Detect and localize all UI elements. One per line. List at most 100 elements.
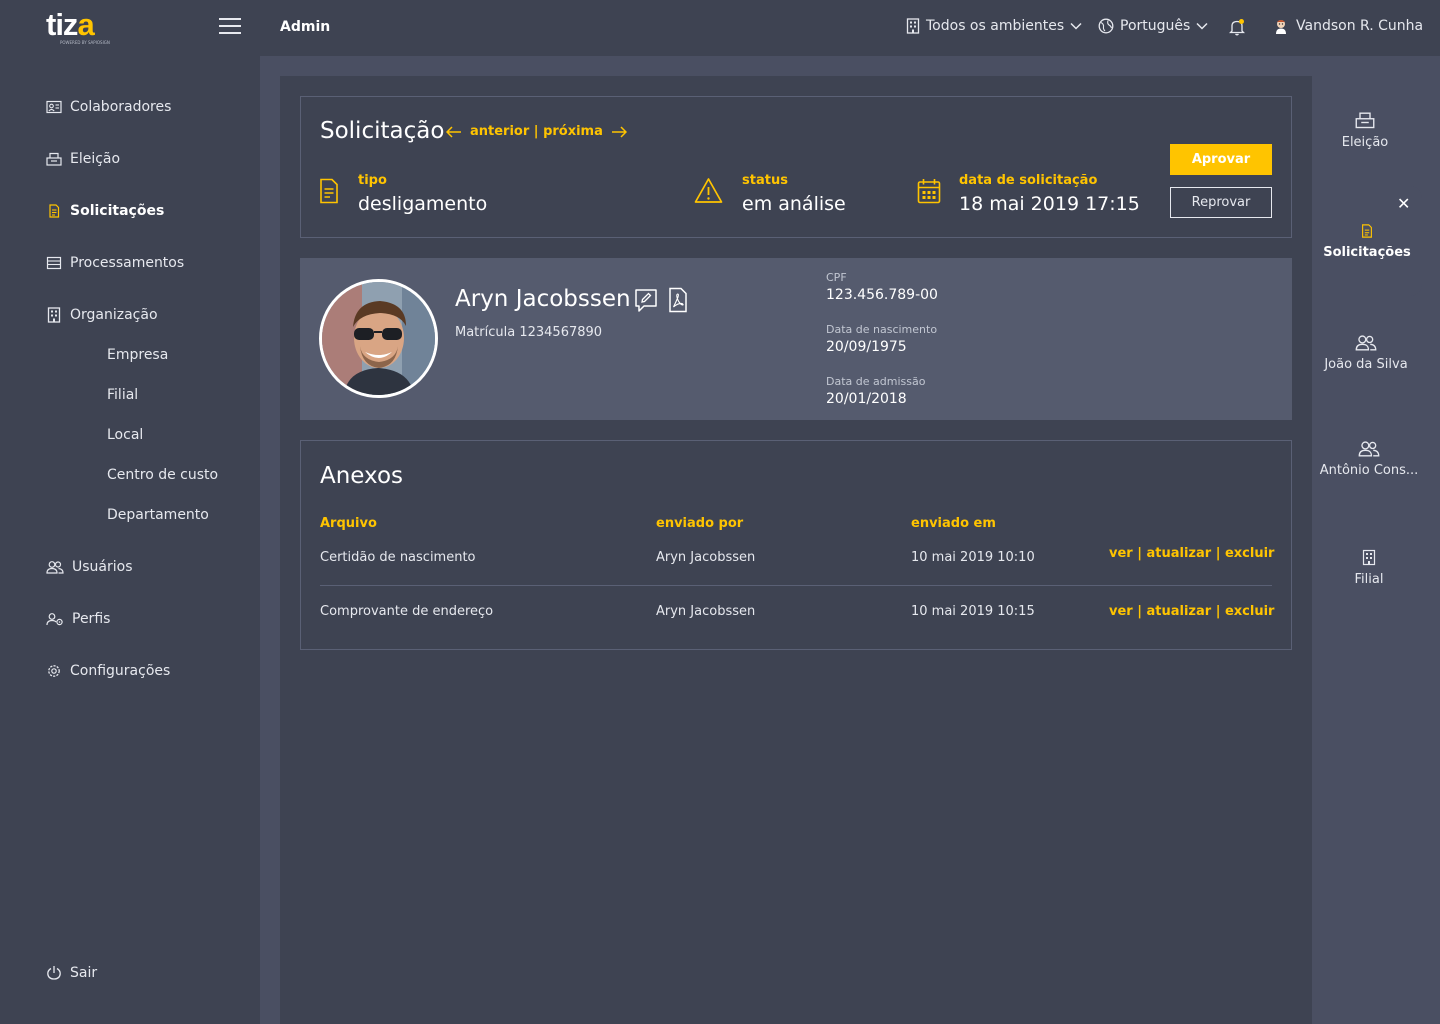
edit-comment-icon[interactable] (634, 288, 658, 314)
tipo-value: desligamento (358, 193, 488, 215)
calendar-icon (917, 179, 941, 204)
sidebar-item-eleicao[interactable]: Eleição (46, 151, 120, 167)
sidebar-item-processamentos[interactable]: Processamentos (46, 255, 184, 271)
language-select[interactable]: Português (1098, 18, 1208, 34)
user-name: Vandson R. Cunha (1296, 18, 1424, 34)
attachment-sent-by: Aryn Jacobssen (656, 604, 756, 619)
page-title: Admin (280, 19, 331, 35)
sidebar-item-organizacao[interactable]: Organização (46, 307, 158, 323)
sidebar-item-label: Colaboradores (70, 99, 172, 115)
right-panel-eleicao[interactable]: Eleição (1306, 111, 1424, 150)
sidebar-item-label: Processamentos (70, 255, 185, 271)
sidebar-item-label: Perfis (72, 611, 111, 627)
sidebar-subitem-departamento[interactable]: Departamento (107, 507, 209, 523)
notifications-button[interactable] (1229, 18, 1245, 36)
attachment-file: Comprovante de endereço (320, 604, 494, 619)
user-menu[interactable]: Vandson R. Cunha (1274, 18, 1423, 34)
sidebar-item-label: Configurações (70, 663, 171, 679)
chevron-down-icon (1070, 22, 1082, 30)
pdf-icon[interactable] (668, 287, 688, 313)
sidebar-subitem-local[interactable]: Local (107, 427, 143, 443)
birth-date-value: 20/09/1975 (826, 339, 907, 355)
admission-date-label: Data de admissão (826, 375, 926, 388)
sidebar-item-colaboradores[interactable]: Colaboradores (46, 99, 171, 115)
row-divider (320, 585, 1272, 586)
sidebar (0, 56, 260, 1024)
ballot-box-icon (1355, 112, 1375, 129)
request-title: Solicitação (320, 118, 445, 144)
cpf-value: 123.456.789-00 (826, 287, 938, 303)
right-panel-label: Solicitações (1323, 245, 1411, 260)
request-card (300, 96, 1292, 238)
arrow-right-icon (611, 125, 627, 138)
building-icon (47, 307, 61, 323)
top-bar: tiza POWERED BY SAPIOSIGN Admin Todos os… (0, 0, 1440, 56)
chevron-down-icon (1196, 22, 1208, 30)
right-panel-solicitacoes[interactable]: Solicitações (1308, 223, 1426, 260)
sidebar-item-solicitacoes[interactable]: Solicitações (46, 203, 164, 219)
arrow-left-icon (446, 125, 461, 138)
attachment-actions[interactable]: ver | atualizar | excluir (1109, 546, 1274, 561)
user-avatar-icon (1276, 20, 1286, 34)
document-icon (49, 204, 60, 218)
document-icon (320, 178, 338, 204)
logo[interactable]: tiza POWERED BY SAPIOSIGN (46, 7, 116, 46)
request-pager[interactable]: anterior | próxima (446, 124, 627, 139)
logo-subtitle: POWERED BY SAPIOSIGN (60, 40, 110, 45)
attachment-sent-at: 10 mai 2019 10:10 (911, 550, 1035, 565)
language-label: Português (1120, 18, 1191, 34)
hamburger-icon[interactable] (219, 18, 241, 36)
attachment-actions[interactable]: ver | atualizar | excluir (1109, 604, 1274, 619)
sidebar-subitem-filial[interactable]: Filial (107, 387, 138, 403)
employee-card (300, 258, 1292, 420)
employee-name: Aryn Jacobssen (455, 286, 631, 312)
date-label: data de solicitação (959, 173, 1098, 188)
sidebar-subitem-centro-de-custo[interactable]: Centro de custo (107, 467, 218, 483)
close-icon[interactable]: ✕ (1397, 194, 1410, 213)
sidebar-item-label: Solicitações (70, 203, 165, 219)
logo-text: tiza (46, 7, 95, 42)
id-card-icon (46, 100, 62, 114)
attachments-title: Anexos (320, 463, 404, 489)
power-icon (47, 966, 61, 980)
employee-photo (322, 282, 435, 395)
sidebar-item-label: Organização (70, 307, 158, 323)
tipo-label: tipo (358, 173, 387, 188)
users-icon (1355, 335, 1377, 351)
status-label: status (742, 173, 788, 188)
status-value: em análise (742, 193, 846, 215)
right-panel-antonio[interactable]: Antônio Cons... (1310, 440, 1428, 478)
reject-button[interactable]: Reprovar (1170, 187, 1272, 218)
right-panel-joao-da-silva[interactable]: João da Silva (1307, 334, 1425, 372)
birth-date-label: Data de nascimento (826, 323, 938, 336)
employee-matricula: Matrícula 1234567890 (455, 325, 603, 340)
bell-icon (1229, 19, 1245, 36)
warning-icon (694, 178, 723, 203)
environment-select[interactable]: Todos os ambientes (906, 18, 1082, 34)
document-icon (1362, 224, 1372, 238)
right-panel-filial[interactable]: Filial (1310, 549, 1428, 587)
globe-icon (1098, 18, 1114, 34)
approve-button[interactable]: Aprovar (1170, 144, 1272, 175)
logout-label: Sair (70, 965, 98, 981)
sidebar-subitem-empresa[interactable]: Empresa (107, 347, 168, 363)
building-icon (906, 18, 920, 34)
users-icon (46, 561, 64, 574)
attachment-sent-at: 10 mai 2019 10:15 (911, 604, 1035, 619)
admission-date-value: 20/01/2018 (826, 391, 907, 407)
sidebar-item-perfis[interactable]: Perfis (46, 611, 110, 627)
column-header-sent-at[interactable]: enviado em (911, 516, 996, 531)
logout-button[interactable]: Sair (46, 965, 97, 981)
sidebar-item-usuarios[interactable]: Usuários (46, 559, 133, 575)
cpf-label: CPF (826, 271, 847, 284)
sidebar-item-label: Usuários (72, 559, 133, 575)
building-icon (1362, 549, 1376, 566)
attachment-sent-by: Aryn Jacobssen (656, 550, 756, 565)
column-header-file[interactable]: Arquivo (320, 516, 377, 531)
right-panel-label: João da Silva (1324, 357, 1408, 372)
sidebar-item-configuracoes[interactable]: Configurações (46, 663, 170, 679)
column-header-sent-by[interactable]: enviado por (656, 516, 743, 531)
gear-icon (48, 665, 60, 677)
list-icon (46, 256, 62, 270)
environment-label: Todos os ambientes (926, 18, 1065, 34)
